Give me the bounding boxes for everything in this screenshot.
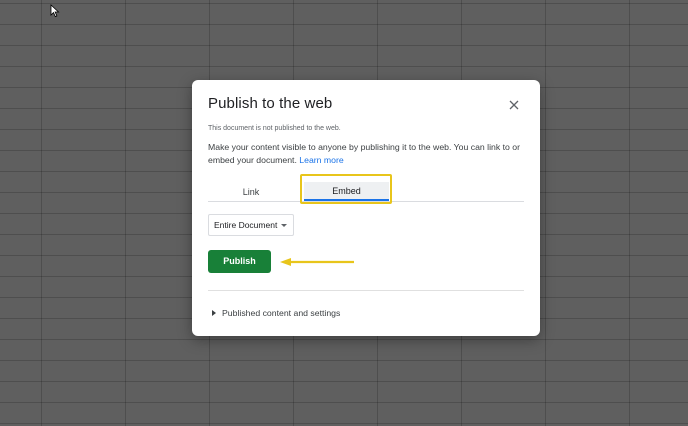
embed-tab-highlight-box	[300, 174, 392, 204]
annotation-arrow-icon	[280, 258, 354, 266]
caret-down-icon	[281, 224, 287, 227]
published-settings-toggle[interactable]: Published content and settings	[212, 308, 340, 318]
publish-dialog: Publish to the web This document is not …	[192, 80, 540, 336]
close-icon[interactable]	[506, 97, 522, 113]
dialog-description: Make your content visible to anyone by p…	[208, 141, 526, 166]
description-text: Make your content visible to anyone by p…	[208, 142, 520, 165]
published-settings-label: Published content and settings	[222, 308, 341, 318]
tab-link[interactable]: Link	[222, 184, 280, 200]
dialog-title: Publish to the web	[208, 95, 333, 112]
scope-dropdown[interactable]: Entire Document	[208, 214, 294, 236]
scope-dropdown-value: Entire Document	[214, 220, 278, 230]
section-divider	[208, 290, 524, 291]
learn-more-link[interactable]: Learn more	[299, 155, 343, 165]
publish-status-text: This document is not published to the we…	[208, 125, 341, 132]
mouse-pointer-icon	[50, 4, 60, 18]
triangle-right-icon	[212, 309, 216, 316]
publish-button[interactable]: Publish	[208, 250, 271, 273]
